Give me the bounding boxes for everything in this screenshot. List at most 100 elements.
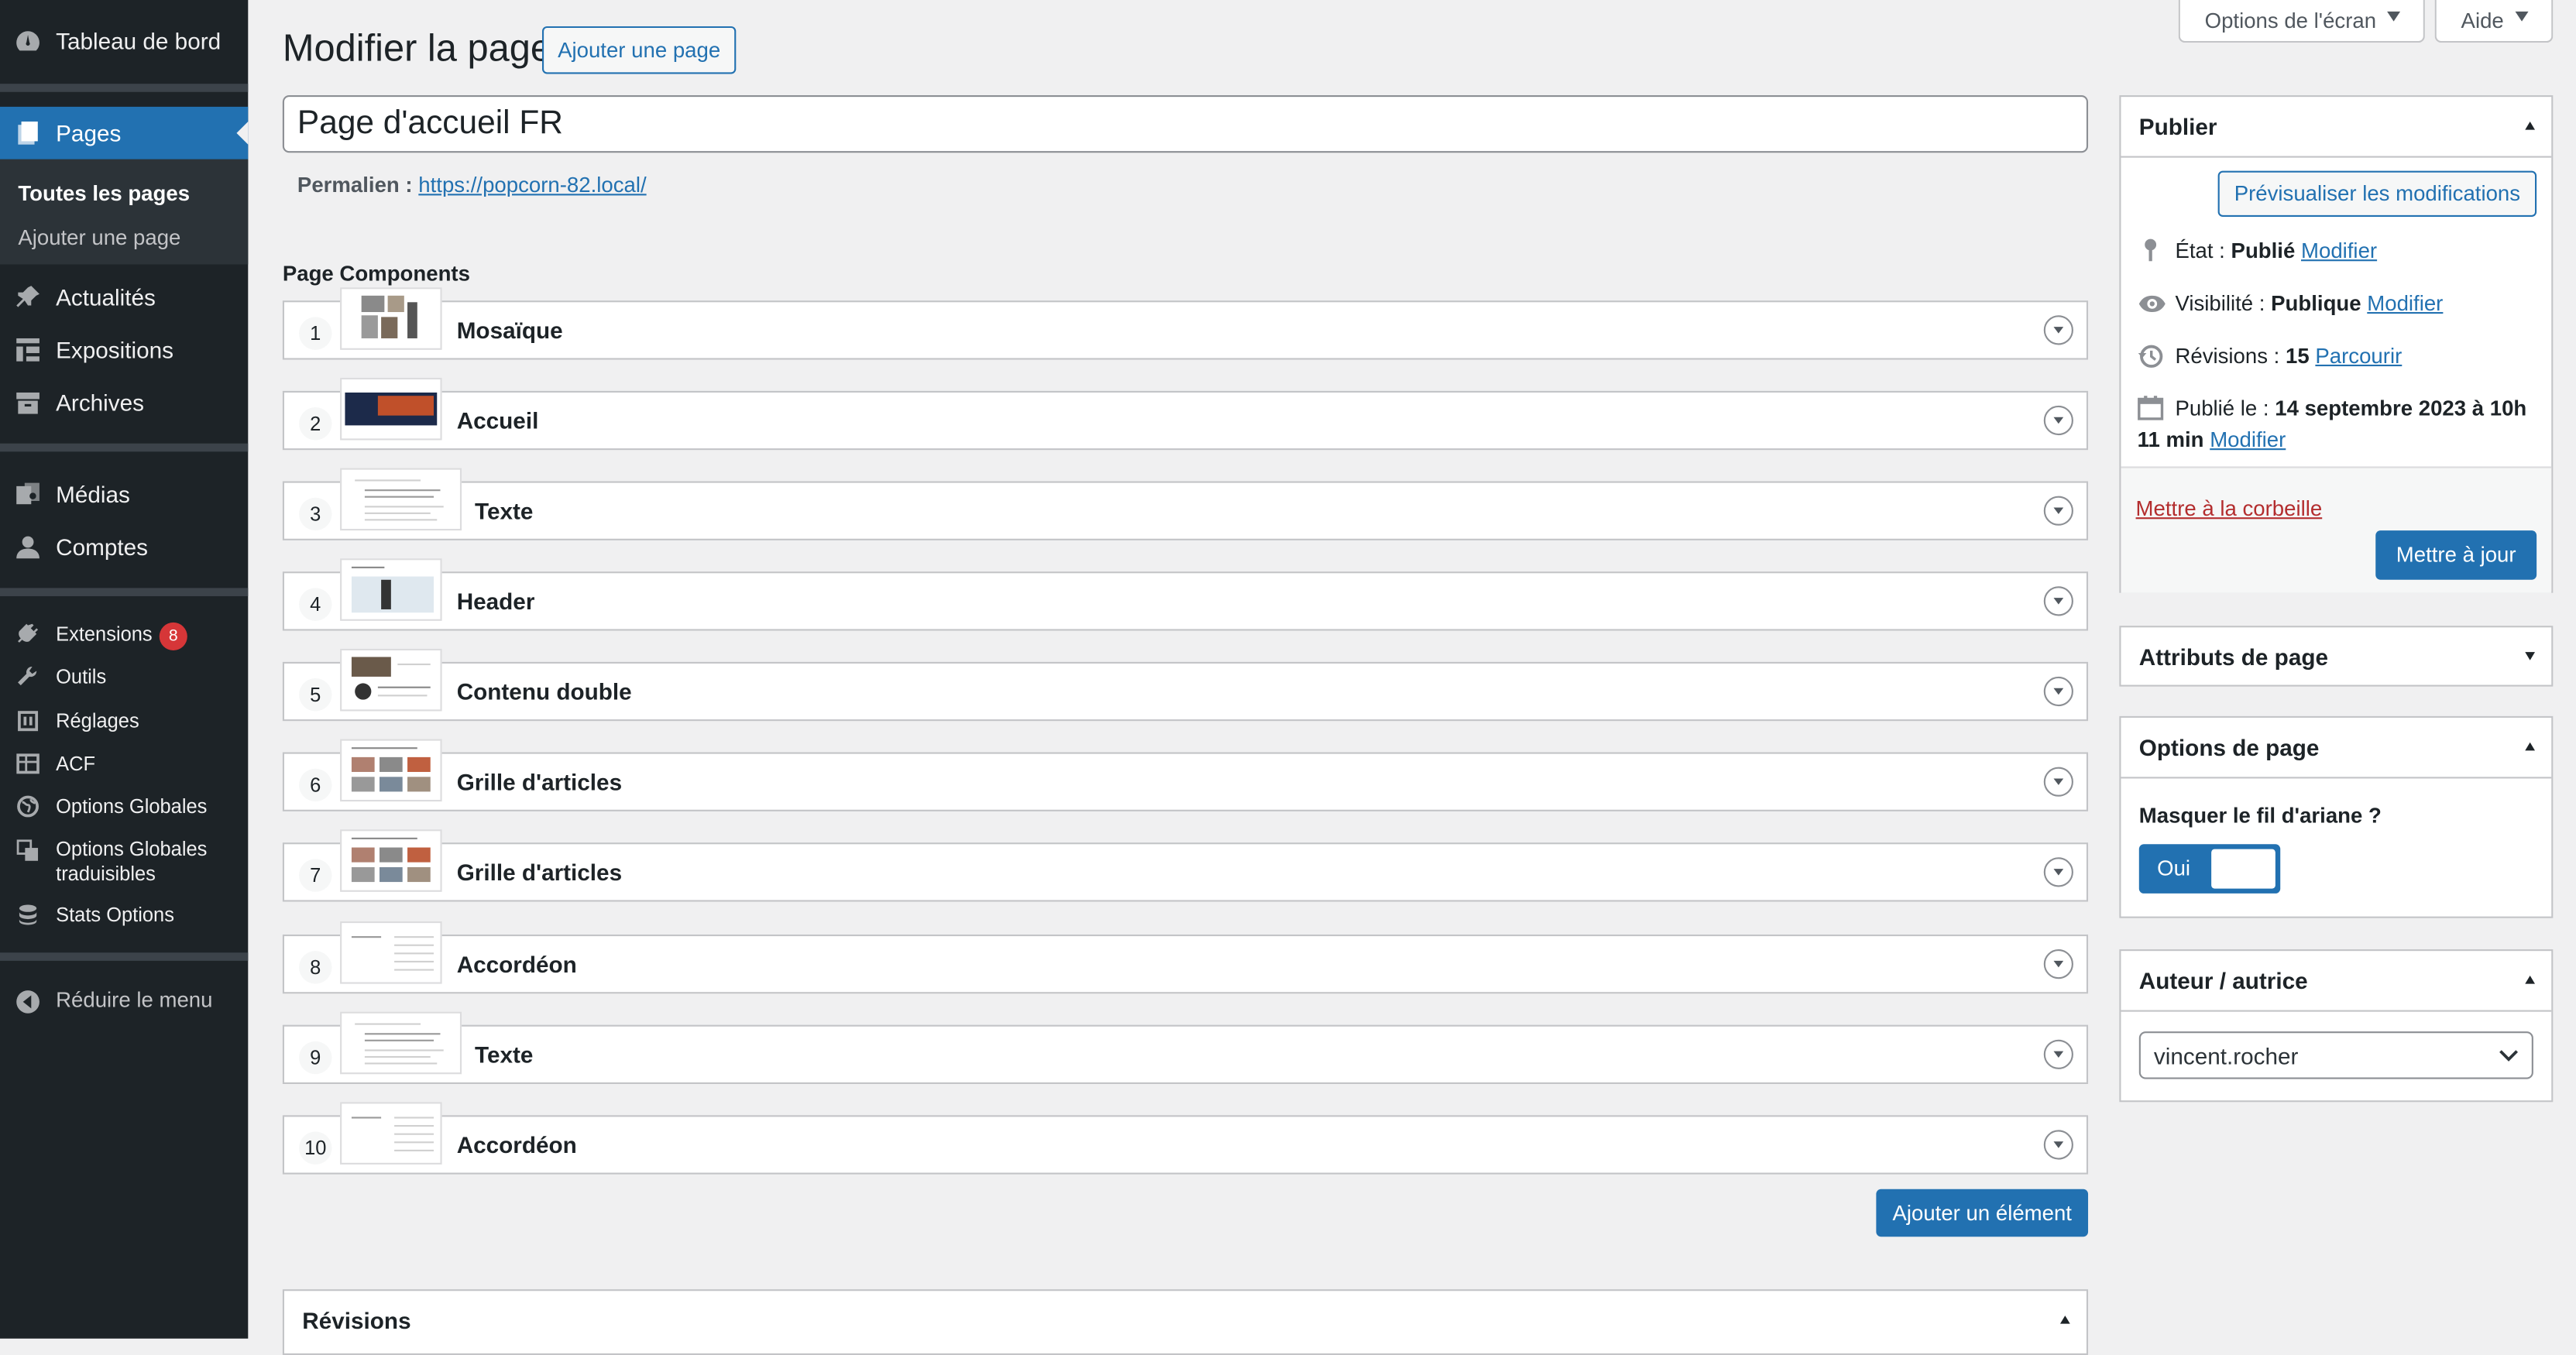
component-label: Header [456,588,535,615]
component-number: 2 [299,407,332,441]
caret-up-icon[interactable] [2525,121,2536,130]
caret-down-icon [2515,11,2529,22]
toggle-chevron-icon[interactable] [2043,676,2073,707]
sidebar-item-pages[interactable]: Pages [0,106,249,160]
component-label: Accordéon [456,1131,577,1158]
page-attributes-box[interactable]: Attributs de page [2119,626,2554,687]
published-edit-link[interactable]: Modifier [2210,427,2286,452]
sidebar-label-global-options-translatable: Options Globales traduisibles [56,838,207,887]
archive-icon [16,392,39,414]
media-icon [16,482,39,505]
page-title: Modifier la page [282,26,551,70]
sidebar-item-news[interactable]: Actualités [0,280,248,319]
add-page-button[interactable]: Ajouter une page [541,26,737,74]
eye-icon [2138,295,2166,313]
component-thumbnail [340,1102,442,1165]
help-tab[interactable]: Aide [2434,0,2554,43]
page-title-input[interactable] [282,95,2089,153]
submenu-add-page[interactable]: Ajouter une page [18,225,180,250]
component-number: 3 [299,497,332,531]
collapse-menu-label: Réduire le menu [56,986,213,1012]
hide-breadcrumb-toggle[interactable]: Oui [2138,844,2281,894]
preview-changes-button[interactable]: Prévisualiser les modifications [2217,170,2537,217]
move-to-trash-link[interactable]: Mettre à la corbeille [2136,496,2323,521]
component-row[interactable]: 4 Header [282,558,2089,631]
component-row[interactable]: 5 Contenu double [282,648,2089,722]
caret-up-icon[interactable] [2525,742,2536,751]
component-row[interactable]: 2 Accueil [282,377,2089,451]
sidebar-item-media[interactable]: Médias [0,476,248,516]
component-row[interactable]: 8 Accordéon [282,921,2089,994]
sidebar-item-expositions[interactable]: Expositions [0,331,248,371]
toggle-chevron-icon[interactable] [2043,405,2073,436]
calendar-icon [2138,396,2164,420]
component-thumbnail [340,558,442,621]
sidebar-item-acf[interactable]: ACF [0,749,248,781]
toggle-chevron-icon[interactable] [2043,767,2073,797]
update-count-badge: 8 [159,622,187,650]
component-label: Accueil [456,407,539,434]
sidebar-item-archives[interactable]: Archives [0,384,248,424]
author-header[interactable]: Auteur / autrice [2121,951,2552,1012]
toggle-chevron-icon[interactable] [2043,315,2073,345]
component-number: 4 [299,588,332,621]
wrench-icon [18,666,37,686]
component-label: Texte [475,497,534,524]
sidebar-label-stats-options: Stats Options [56,903,174,927]
toggle-chevron-icon[interactable] [2043,586,2073,616]
toggle-chevron-icon[interactable] [2043,857,2073,887]
browse-revisions-link[interactable]: Parcourir [2315,343,2402,368]
collapse-menu-button[interactable]: Réduire le menu [0,986,248,1018]
author-select[interactable]: vincent.rocher [2138,1031,2533,1079]
settings-sliders-icon [18,711,39,732]
add-element-button[interactable]: Ajouter un élément [1876,1189,2089,1237]
collapse-arrow-icon [16,990,39,1014]
component-row[interactable]: 1 Mosaïque [282,287,2089,360]
sidebar-item-stats-options[interactable]: Stats Options [0,900,248,932]
screen-options-tab[interactable]: Options de l'écran [2178,0,2425,43]
sidebar-item-accounts[interactable]: Comptes [0,529,248,568]
sidebar-label-tools: Outils [56,665,107,688]
sidebar-item-global-options[interactable]: Options Globales [0,791,248,824]
component-row[interactable]: 6 Grille d'articles [282,739,2089,811]
sidebar-item-tools[interactable]: Outils [0,662,248,695]
sidebar-separator [0,588,249,596]
toggle-chevron-icon[interactable] [2043,1039,2073,1069]
sidebar-label-global-options: Options Globales [56,794,208,818]
visibility-edit-link[interactable]: Modifier [2367,290,2443,315]
component-row[interactable]: 9 Texte [282,1011,2089,1084]
revisions-postbox[interactable]: Révisions [282,1289,2089,1355]
toggle-chevron-icon[interactable] [2043,1130,2073,1160]
sidebar-label-extensions: Extensions [56,622,153,646]
sidebar-item-dashboard[interactable]: Tableau de bord [0,23,248,63]
publish-box-header[interactable]: Publier [2121,97,2552,158]
component-thumbnail [340,739,442,802]
component-row[interactable]: 3 Texte [282,468,2089,540]
wp-admin-screen: Tableau de bord Pages Toutes les pages A… [0,0,2576,1355]
plug-icon [18,623,39,643]
component-row[interactable]: 7 Grille d'articles [282,829,2089,902]
sidebar-label-dashboard: Tableau de bord [56,28,222,54]
sidebar-item-global-options-translatable[interactable]: Options Globales traduisibles [0,836,248,889]
sidebar-item-extensions[interactable]: Extensions 8 [0,619,248,652]
update-button[interactable]: Mettre à jour [2375,530,2537,580]
publish-box: Publier Prévisualiser les modifications … [2119,95,2554,593]
component-number: 7 [299,859,332,892]
author-box: Auteur / autrice vincent.rocher [2119,949,2554,1103]
permalink-label: Permalien : [297,172,413,197]
submenu-all-pages[interactable]: Toutes les pages [18,180,190,205]
toggle-chevron-icon[interactable] [2043,949,2073,979]
page-options-header[interactable]: Options de page [2121,718,2552,779]
caret-up-icon[interactable] [2525,975,2536,984]
caret-up-icon[interactable] [2059,1316,2070,1324]
component-thumbnail [340,829,442,892]
pages-icon [18,121,38,145]
sidebar-item-settings[interactable]: Réglages [0,706,248,739]
status-edit-link[interactable]: Modifier [2301,238,2377,263]
caret-down-icon[interactable] [2525,652,2536,660]
permalink-link[interactable]: https://popcorn-82.local/ [418,173,646,197]
toggle-chevron-icon[interactable] [2043,496,2073,526]
component-thumbnail [340,921,442,984]
component-row[interactable]: 10 Accordéon [282,1102,2089,1175]
publish-actions: Mettre à la corbeille Mettre à jour [2121,466,2552,593]
